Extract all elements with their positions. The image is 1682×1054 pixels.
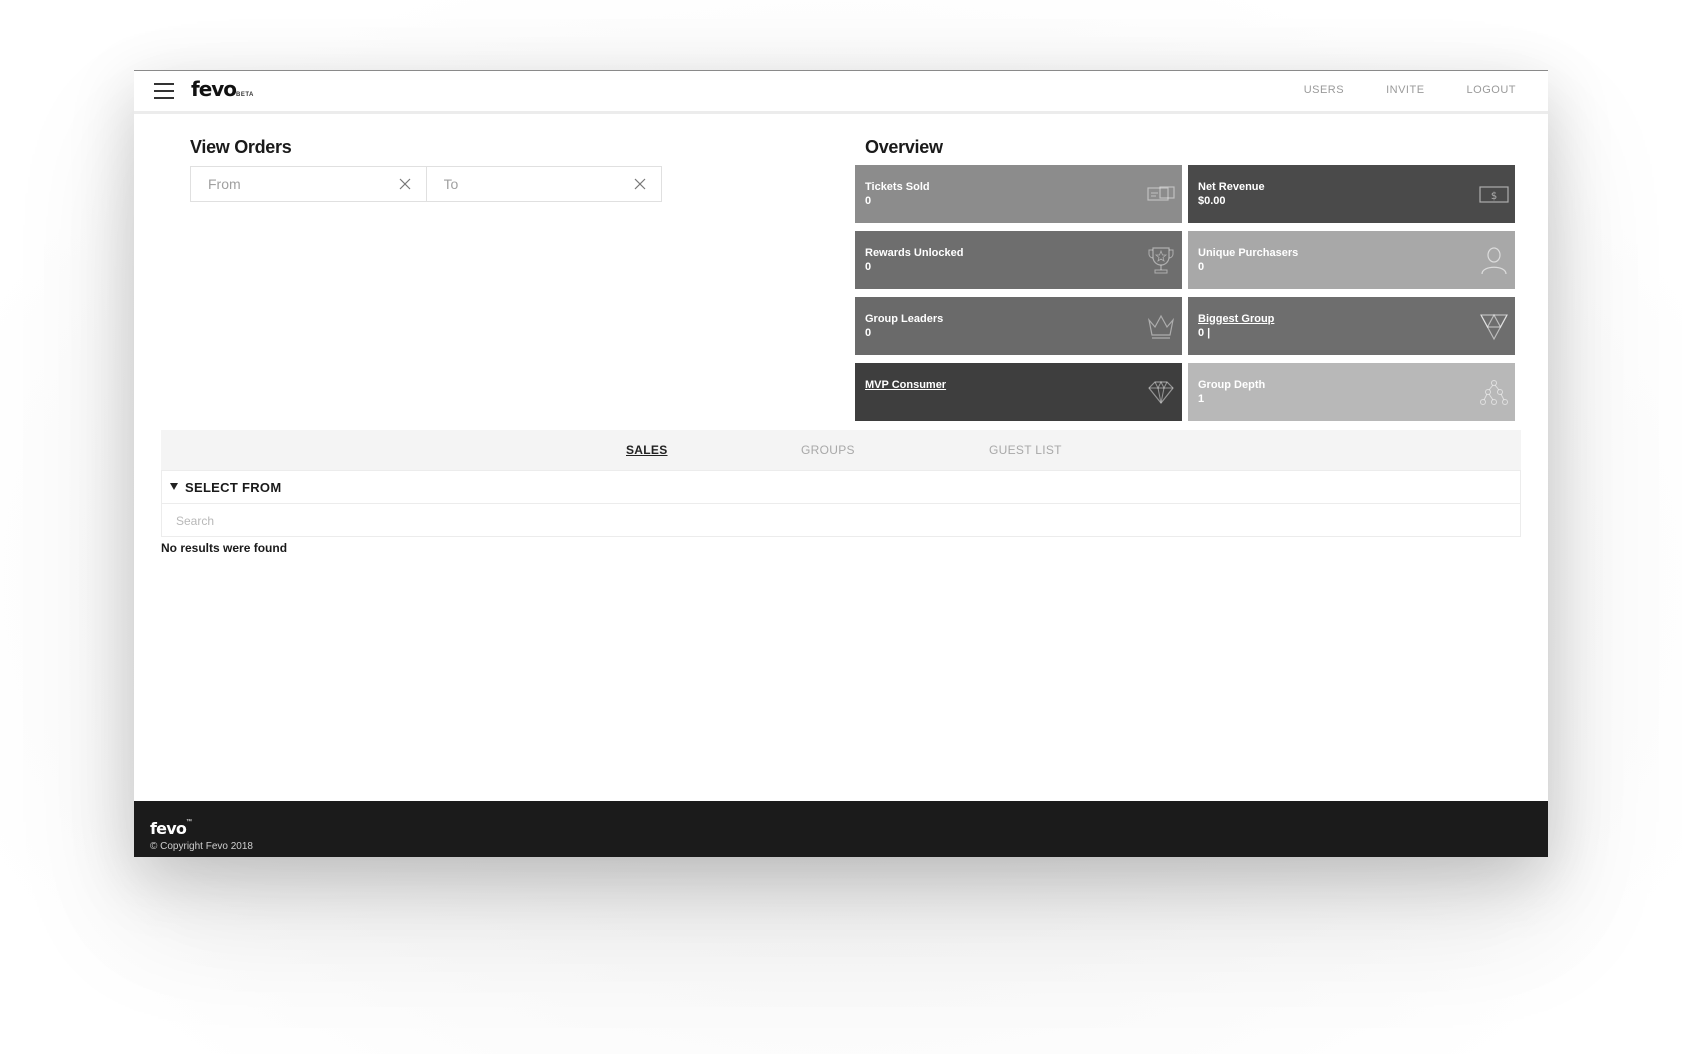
- overview-title: Overview: [865, 137, 943, 157]
- biggest-group-link[interactable]: Biggest Group: [1198, 313, 1505, 326]
- tile-label: Rewards Unlocked: [865, 247, 964, 259]
- tile-tickets-sold: Tickets Sold 0: [855, 165, 1182, 223]
- tile-rewards-unlocked: Rewards Unlocked 0: [855, 231, 1182, 289]
- view-orders-title: View Orders: [190, 137, 292, 157]
- tile-value: 0: [865, 195, 872, 207]
- nav-logout-link[interactable]: LOGOUT: [1467, 84, 1516, 96]
- tile-label: Group Depth: [1198, 379, 1266, 391]
- tile-biggest-group: Biggest Group 0 |: [1188, 297, 1515, 355]
- tile-net-revenue: Net Revenue $0.00 $: [1188, 165, 1515, 223]
- tile-value: 0 |: [1198, 327, 1211, 339]
- from-date-input[interactable]: [191, 167, 390, 201]
- footer-fevo-logo: fevo: [150, 819, 187, 838]
- no-results-message: No results were found: [161, 541, 288, 555]
- app-window: fevo BETA USERS INVITE LOGOUT View Order…: [134, 70, 1548, 857]
- crown-icon: [1147, 314, 1175, 339]
- mvp-consumer-link[interactable]: MVP Consumer: [865, 379, 1172, 392]
- page-footer: fevo ™ © Copyright Fevo 2018: [134, 801, 1548, 857]
- tile-value: 0: [1198, 261, 1205, 273]
- trophy-icon: [1148, 247, 1174, 274]
- nav-users-link[interactable]: USERS: [1304, 84, 1344, 96]
- tile-label: Unique Purchasers: [1198, 247, 1299, 259]
- tile-value: $0.00: [1198, 195, 1226, 207]
- hierarchy-icon: [1480, 380, 1508, 405]
- tile-label: Net Revenue: [1198, 181, 1265, 193]
- svg-text:$: $: [1491, 191, 1497, 202]
- diamond-icon: [1148, 380, 1174, 404]
- hamburger-menu-icon[interactable]: [154, 83, 174, 99]
- to-date-input[interactable]: [426, 167, 626, 201]
- clear-from-icon[interactable]: [398, 177, 412, 191]
- tab-groups[interactable]: GROUPS: [801, 443, 855, 457]
- tile-unique-purchasers: Unique Purchasers 0: [1188, 231, 1515, 289]
- tile-value: 0: [865, 261, 872, 273]
- dollar-bill-icon: $: [1479, 186, 1509, 203]
- caret-down-icon: [170, 483, 178, 490]
- tab-sales[interactable]: SALES: [626, 443, 668, 457]
- orders-tabs: SALES GROUPS GUEST LIST: [161, 430, 1521, 470]
- tile-label: Tickets Sold: [865, 181, 930, 193]
- select-from-label: SELECT FROM: [185, 480, 282, 495]
- date-range-picker: [190, 166, 662, 202]
- tile-group-depth: Group Depth 1: [1188, 363, 1515, 421]
- nav-invite-link[interactable]: INVITE: [1386, 84, 1424, 96]
- to-date-field: [425, 167, 662, 201]
- search-field: [161, 503, 1521, 538]
- fevo-logo[interactable]: fevo: [191, 77, 237, 101]
- group-triangle-icon: [1479, 313, 1509, 341]
- select-from-dropdown[interactable]: SELECT FROM: [161, 470, 1521, 504]
- tile-value: 1: [1198, 393, 1205, 405]
- copyright-text: © Copyright Fevo 2018: [150, 841, 253, 852]
- tile-label: Group Leaders: [865, 313, 944, 325]
- ticket-icon: [1147, 186, 1175, 201]
- search-input[interactable]: [162, 504, 1478, 538]
- top-navbar: fevo BETA USERS INVITE LOGOUT: [134, 71, 1548, 114]
- tile-group-leaders: Group Leaders 0: [855, 297, 1182, 355]
- clear-to-icon[interactable]: [633, 177, 647, 191]
- from-date-field: [191, 167, 426, 201]
- header-nav: USERS INVITE LOGOUT: [1304, 84, 1516, 96]
- beta-badge: BETA: [236, 92, 254, 98]
- person-icon: [1481, 247, 1507, 275]
- tab-guest-list[interactable]: GUEST LIST: [989, 443, 1062, 457]
- trademark-mark: ™: [186, 819, 192, 825]
- tile-mvp-consumer: MVP Consumer: [855, 363, 1182, 421]
- tile-value: 0: [865, 327, 872, 339]
